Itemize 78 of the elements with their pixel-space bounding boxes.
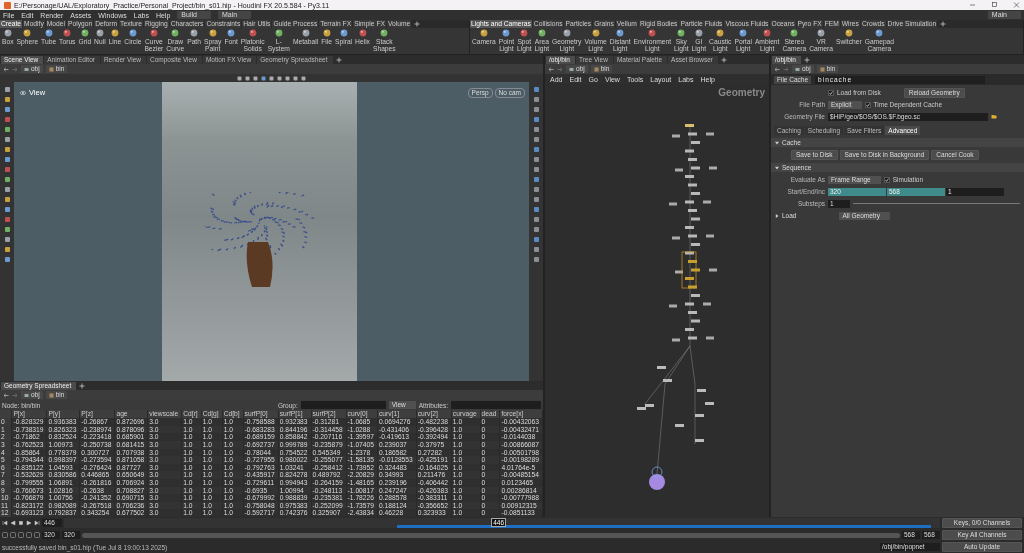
add-tab-icon[interactable] xyxy=(79,382,86,389)
ball-icon xyxy=(591,29,600,37)
ball-icon xyxy=(502,29,511,37)
checkbox[interactable] xyxy=(828,89,834,96)
add-tab-icon[interactable] xyxy=(335,56,342,63)
ball-icon xyxy=(716,29,725,37)
ball-icon xyxy=(248,29,257,37)
back-arrow-icon[interactable] xyxy=(774,66,780,72)
back-arrow-icon[interactable] xyxy=(3,66,9,72)
ball-icon xyxy=(190,29,199,37)
ball-icon xyxy=(358,29,367,37)
ball-icon xyxy=(739,29,748,37)
ball-icon xyxy=(844,29,853,37)
skip-start-icon[interactable] xyxy=(2,520,8,526)
ball-icon xyxy=(520,29,529,37)
stop-icon[interactable] xyxy=(18,520,24,526)
check-icon xyxy=(884,177,889,182)
cube-icon xyxy=(48,66,54,72)
ball-icon xyxy=(537,29,546,37)
ball-icon xyxy=(677,29,686,37)
ball-icon xyxy=(875,29,884,37)
folder-icon xyxy=(795,66,800,72)
ball-icon xyxy=(817,29,826,37)
ball-icon xyxy=(301,29,310,37)
play-reverse-icon[interactable] xyxy=(10,520,16,526)
back-arrow-icon[interactable] xyxy=(3,392,9,398)
ball-icon xyxy=(339,29,348,37)
folder-icon xyxy=(24,392,29,398)
cube-icon xyxy=(593,66,599,72)
checkbox[interactable] xyxy=(883,176,890,183)
add-tab-icon[interactable] xyxy=(720,56,727,63)
attributes-field[interactable] xyxy=(451,401,541,410)
check-icon xyxy=(865,102,870,107)
ball-icon xyxy=(208,29,217,37)
ball-icon xyxy=(763,29,772,37)
collapse-triangle-icon[interactable] xyxy=(775,140,779,145)
add-tab-icon[interactable] xyxy=(803,56,810,63)
collapse-triangle-icon[interactable] xyxy=(775,165,779,170)
folder-icon xyxy=(24,66,29,72)
app-logo-icon xyxy=(4,1,11,9)
context-label: Geometry xyxy=(718,87,765,98)
add-tab-icon[interactable] xyxy=(940,21,947,27)
close-icon[interactable] xyxy=(1013,2,1020,8)
group-field[interactable] xyxy=(300,401,386,410)
cube-icon xyxy=(48,392,54,398)
ball-icon xyxy=(23,29,32,37)
ball-icon xyxy=(322,29,331,37)
eye-icon xyxy=(20,89,26,96)
back-arrow-icon[interactable] xyxy=(548,66,554,72)
folder-icon[interactable] xyxy=(991,114,997,119)
ball-icon xyxy=(648,29,657,37)
ball-icon xyxy=(227,29,236,37)
skip-end-icon[interactable] xyxy=(34,520,40,526)
play-icon[interactable] xyxy=(26,520,32,526)
ball-icon xyxy=(694,29,703,37)
ball-icon xyxy=(3,29,12,37)
folder-icon xyxy=(569,66,574,72)
ball-icon xyxy=(479,29,488,37)
ball-icon xyxy=(380,29,389,37)
ball-icon xyxy=(149,29,158,37)
ball-icon xyxy=(110,29,119,37)
checkbox[interactable] xyxy=(864,101,871,108)
range-slider[interactable] xyxy=(82,532,900,538)
ball-icon xyxy=(171,29,180,37)
ball-icon xyxy=(63,29,72,37)
maximize-icon[interactable] xyxy=(991,2,998,8)
ball-icon xyxy=(790,29,799,37)
expand-triangle-icon[interactable] xyxy=(775,213,779,218)
check-icon xyxy=(829,90,833,95)
ball-icon xyxy=(44,29,53,37)
ball-icon xyxy=(274,29,283,37)
ball-icon xyxy=(562,29,571,37)
ball-icon xyxy=(80,29,89,37)
ball-icon xyxy=(616,29,625,37)
cube-icon xyxy=(819,66,825,72)
ball-icon xyxy=(128,29,137,37)
ball-icon xyxy=(95,29,104,37)
add-tab-icon[interactable] xyxy=(414,21,421,27)
